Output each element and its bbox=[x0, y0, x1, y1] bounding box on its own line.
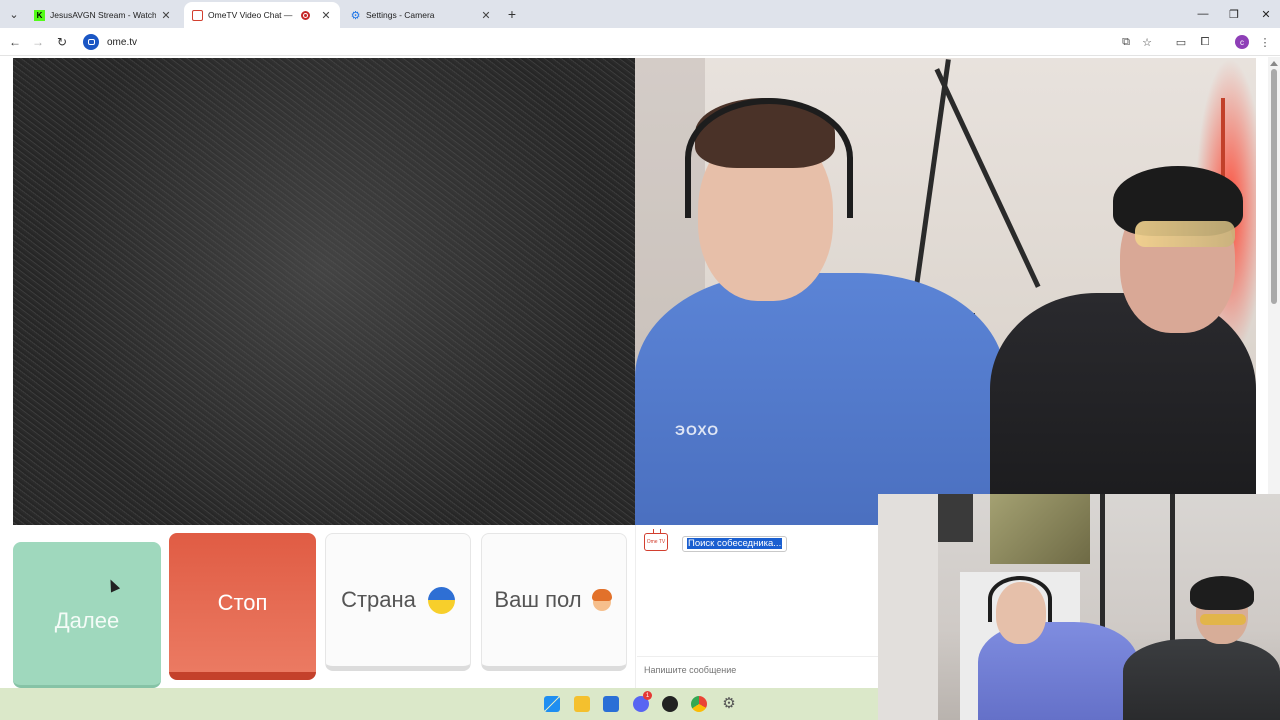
scroll-thumb[interactable] bbox=[1271, 69, 1277, 304]
chrome-icon[interactable] bbox=[691, 696, 707, 712]
chat-message-input[interactable] bbox=[637, 656, 879, 682]
window-close-icon[interactable]: ✕ bbox=[1256, 5, 1276, 23]
forward-arrow-icon[interactable]: → bbox=[28, 32, 48, 52]
headphones-icon bbox=[988, 576, 1052, 622]
gender-button-label: Ваш пол bbox=[494, 587, 582, 612]
menu-kebab-icon[interactable]: ⋮ bbox=[1257, 34, 1273, 50]
url-text: ome.tv bbox=[107, 36, 138, 48]
profile-avatar[interactable]: c bbox=[1235, 35, 1249, 49]
local-video-static bbox=[13, 58, 635, 525]
stop-button-label: Стоп bbox=[217, 589, 268, 615]
tab-strip: ⌄ K JesusAVGN Stream - Watch Live ✕ OmeT… bbox=[0, 0, 1280, 28]
scroll-up-arrow-icon[interactable] bbox=[1270, 61, 1278, 66]
recording-icon bbox=[301, 10, 310, 20]
chat-panel: Ome TV Поиск собеседника... bbox=[635, 525, 879, 688]
tab-title: JesusAVGN Stream - Watch Live bbox=[50, 10, 156, 20]
chat-status-text: Поиск собеседника... bbox=[687, 538, 783, 549]
kick-icon: K bbox=[34, 9, 45, 21]
headphones-icon bbox=[685, 98, 853, 218]
chat-status-message: Поиск собеседника... bbox=[682, 536, 788, 552]
remote-person-right bbox=[990, 293, 1256, 525]
tab-settings-camera[interactable]: ⚙ Settings - Camera ✕ bbox=[342, 2, 500, 28]
tab-search-icon[interactable]: ⌄ bbox=[4, 4, 24, 24]
windows-start-icon[interactable] bbox=[544, 696, 560, 712]
stop-button[interactable]: Стоп bbox=[169, 533, 316, 680]
reload-icon[interactable]: ↻ bbox=[52, 32, 72, 52]
gender-button[interactable]: Ваш пол bbox=[481, 533, 627, 671]
close-icon[interactable]: ✕ bbox=[160, 9, 172, 22]
restore-icon[interactable]: ❐ bbox=[1224, 5, 1244, 23]
sunglasses-icon bbox=[1200, 614, 1246, 625]
bookmark-star-icon[interactable]: ☆ bbox=[1139, 34, 1155, 50]
gear-icon: ⚙ bbox=[350, 9, 361, 22]
ometv-icon bbox=[192, 9, 203, 21]
discord-icon[interactable]: 1 bbox=[633, 691, 652, 712]
address-bar[interactable]: ome.tv bbox=[80, 31, 1250, 53]
store-icon[interactable] bbox=[603, 696, 619, 712]
boy-emoji-icon bbox=[590, 587, 614, 613]
sunglasses-icon bbox=[1135, 221, 1235, 247]
install-app-icon[interactable]: ⧉ bbox=[1118, 34, 1134, 50]
tab-title: Settings - Camera bbox=[366, 10, 435, 20]
browser-toolbar: ← → ↻ ome.tv ⧉ ☆ ▭ ⧠ c ⋮ bbox=[0, 28, 1280, 56]
close-icon[interactable]: ✕ bbox=[480, 9, 492, 22]
ometv-logo-icon: Ome TV bbox=[644, 533, 668, 551]
remote-person-left bbox=[635, 273, 1005, 525]
streamer-right bbox=[1123, 639, 1280, 720]
close-icon[interactable]: ✕ bbox=[320, 9, 332, 22]
next-button-label: Далее bbox=[54, 607, 120, 633]
file-explorer-icon[interactable] bbox=[574, 696, 590, 712]
remote-video: ЭОХО bbox=[635, 58, 1256, 525]
country-button[interactable]: Страна bbox=[325, 533, 471, 671]
extensions-icon[interactable]: ⧠ bbox=[1197, 34, 1213, 50]
tab-title: OmeTV Video Chat — Ome bbox=[208, 10, 295, 20]
streamer-left bbox=[978, 622, 1138, 720]
streamer-webcam-overlay bbox=[878, 494, 1280, 720]
back-arrow-icon[interactable]: ← bbox=[5, 32, 25, 52]
minimize-icon[interactable]: — bbox=[1193, 5, 1213, 23]
discord-badge: 1 bbox=[643, 691, 652, 700]
settings-icon[interactable]: ⚙ bbox=[721, 696, 737, 712]
app-icon[interactable] bbox=[662, 696, 678, 712]
country-button-label: Страна bbox=[341, 587, 416, 612]
next-button[interactable]: Далее bbox=[13, 542, 161, 688]
shirt-logo: ЭОХО bbox=[675, 422, 720, 438]
ukraine-flag-icon bbox=[427, 586, 455, 614]
tab-jesusavgn[interactable]: K JesusAVGN Stream - Watch Live ✕ bbox=[26, 2, 180, 28]
new-tab-button[interactable]: + bbox=[502, 4, 522, 24]
site-info-icon[interactable] bbox=[83, 34, 99, 50]
windows-taskbar: 1 ⚙ bbox=[0, 688, 878, 720]
media-icon[interactable]: ▭ bbox=[1173, 34, 1189, 50]
tab-ometv[interactable]: OmeTV Video Chat — Ome ✕ bbox=[184, 2, 340, 28]
